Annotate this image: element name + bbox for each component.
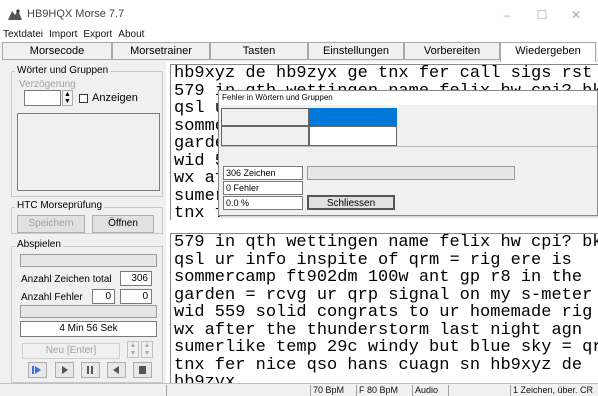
skip-start-icon xyxy=(32,366,41,374)
back-icon xyxy=(113,366,119,374)
fehler-progress xyxy=(20,305,157,318)
menu-import[interactable]: Import xyxy=(49,29,77,40)
group-abspielen-label: Abspielen xyxy=(15,239,63,250)
tab-tasten[interactable]: Tasten xyxy=(210,42,308,60)
dialog-highlight-cell xyxy=(309,108,397,126)
tab-morsecode[interactable]: Morsecode xyxy=(2,42,112,60)
verzoegerung-label: Verzögerung xyxy=(19,79,76,90)
rewind-play-button[interactable] xyxy=(28,362,47,378)
woerter-list[interactable] xyxy=(17,113,160,191)
dialog-title: Fehler in Wörtern und Gruppen xyxy=(219,91,597,105)
tab-morsetrainer[interactable]: Morsetrainer xyxy=(112,42,210,60)
spinner-left[interactable]: ▲ ▼ xyxy=(127,341,139,358)
play-button[interactable] xyxy=(55,362,74,378)
verzoegerung-input[interactable] xyxy=(24,90,61,106)
dialog-cell xyxy=(221,108,309,126)
dialog-zeichen: 306 Zeichen xyxy=(223,166,303,180)
duration-display: 4 Min 56 Sek xyxy=(20,321,157,337)
anzeigen-label: Anzeigen xyxy=(92,92,138,104)
stop-icon xyxy=(139,366,146,374)
sent-line: 579 in qth wettingen name felix hw cpi? … xyxy=(174,233,598,252)
schliessen-button[interactable]: Schliessen xyxy=(307,195,395,210)
sent-line: sommercamp ft902dm 100w ant gp r8 in the xyxy=(174,268,583,287)
speichern-button[interactable]: Speichern xyxy=(17,215,85,233)
sent-line: qsl ur info inspite of qrm = rig ere is xyxy=(174,250,572,270)
minimize-button[interactable]: – xyxy=(497,8,517,22)
sent-line: wx after the thunderstorm last night agn xyxy=(174,320,583,340)
sent-line: tnx fer nice qso hans cuagn sn hb9xyz de xyxy=(174,355,583,375)
status-empty2 xyxy=(448,385,510,396)
dialog-fehler: 0 Fehler xyxy=(223,181,303,195)
sent-line: garden = rcvg ur qrp signal on my s-mete… xyxy=(174,285,593,305)
fehler-dialog: Fehler in Wörtern und Gruppen 306 Zeiche… xyxy=(218,90,598,216)
maximize-button[interactable]: ☐ xyxy=(532,8,552,22)
status-bpm: 70 BpM xyxy=(310,385,356,396)
pause-icon xyxy=(87,366,93,374)
menu-textdatei[interactable]: Textdatei xyxy=(3,29,43,40)
status-audio: Audio xyxy=(412,385,448,396)
status-fbpm: F 80 BpM xyxy=(356,385,412,396)
verzoegerung-spinner[interactable]: ▲ ▼ xyxy=(62,90,73,106)
sent-text-area[interactable]: 579 in qth wettingen name felix hw cpi? … xyxy=(170,233,598,383)
group-htc-label: HTC Morseprüfung xyxy=(15,200,105,211)
status-zeichen: 1 Zeichen, über. CR xyxy=(510,385,598,396)
tab-wiedergeben[interactable]: Wiedergeben xyxy=(500,42,596,62)
dialog-cell xyxy=(309,126,397,146)
status-empty xyxy=(166,385,310,396)
dialog-cell xyxy=(221,126,309,146)
pause-button[interactable] xyxy=(81,362,100,378)
anzeigen-checkbox[interactable] xyxy=(79,94,88,103)
dialog-cell xyxy=(221,146,597,164)
dialog-prozent: 0.0 % xyxy=(223,196,303,210)
stop-button[interactable] xyxy=(133,362,152,378)
sent-line: hb9zyx xyxy=(174,373,236,383)
menu-export[interactable]: Export xyxy=(83,29,112,40)
tab-vorbereiten[interactable]: Vorbereiten xyxy=(404,42,500,60)
spinner-right[interactable]: ▲ ▼ xyxy=(141,341,153,358)
anzahl-fehler-gesamt-value: 0 xyxy=(120,289,152,304)
abspielen-progress xyxy=(20,254,157,267)
app-logo-icon xyxy=(7,8,23,22)
anzahl-fehler-value: 0 xyxy=(92,289,115,304)
sent-line: wid 559 solid congrats to ur homemade ri… xyxy=(174,303,598,322)
neu-button[interactable]: Neu [Enter] xyxy=(22,343,120,359)
menu-about[interactable]: About xyxy=(118,29,144,40)
anzahl-zeichen-value: 306 xyxy=(120,271,152,286)
tab-einstellungen[interactable]: Einstellungen xyxy=(308,42,404,60)
play-icon xyxy=(62,366,68,374)
sent-line: sumerlike temp 29c windy but blue sky = … xyxy=(174,338,598,357)
oeffnen-button[interactable]: Öffnen xyxy=(92,215,154,233)
anzahl-zeichen-label: Anzahl Zeichen total xyxy=(21,274,112,285)
anzahl-fehler-label: Anzahl Fehler xyxy=(21,292,83,303)
dialog-zeichen-bar xyxy=(307,166,515,180)
window-title: HB9HQX Morse 7.7 xyxy=(27,8,125,20)
dialog-cell xyxy=(397,108,597,126)
back-button[interactable] xyxy=(107,362,126,378)
close-button[interactable]: ✕ xyxy=(566,8,586,22)
group-woerter-label: Wörter und Gruppen xyxy=(15,65,111,76)
received-line: hb9xyz de hb9zyx ge tnx fer call sigs rs… xyxy=(174,64,593,83)
menu-bar: Textdatei Import Export About xyxy=(0,29,147,42)
